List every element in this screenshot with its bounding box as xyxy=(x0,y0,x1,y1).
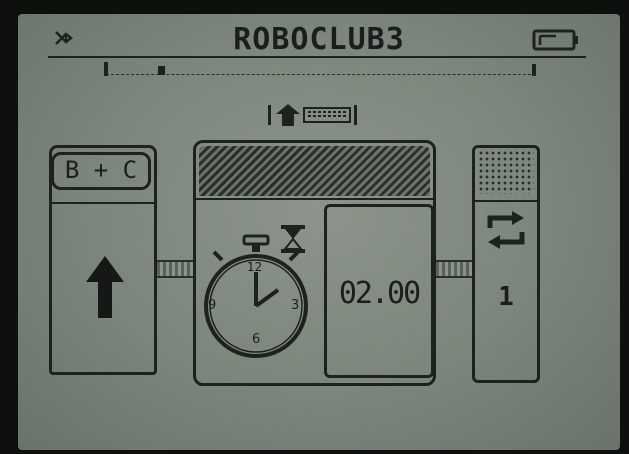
wait-block-header-divider xyxy=(196,198,433,200)
program-title: ROBOCLUB3 xyxy=(233,22,405,57)
arrow-up-icon xyxy=(84,254,126,320)
loop-count: 1 xyxy=(498,282,514,312)
scroll-start-marker xyxy=(104,62,108,76)
loop-block-header xyxy=(478,150,534,194)
header-divider xyxy=(48,56,586,58)
scroll-position-marker[interactable] xyxy=(158,66,165,75)
selected-block-indicator xyxy=(266,102,362,128)
motor-block-divider xyxy=(52,202,154,204)
wait-block-header xyxy=(199,146,430,196)
scroll-end-marker xyxy=(532,64,536,76)
sequence-beam-1 xyxy=(157,260,193,278)
hourglass-icon xyxy=(280,224,306,254)
clock-number-9: 9 xyxy=(208,298,217,313)
battery-icon xyxy=(532,28,580,52)
wait-duration-value: 02.00 xyxy=(338,276,421,311)
clock-number-6: 6 xyxy=(252,332,261,347)
lcd-screen: ROBOCLUB3 B + C 12 3 6 9 02.00 1 xyxy=(18,14,620,450)
loop-block-divider xyxy=(475,200,537,202)
sequence-beam-2 xyxy=(436,260,474,278)
motor-ports-label: B + C xyxy=(64,156,138,184)
clock-number-12: 12 xyxy=(247,260,263,274)
loop-icon xyxy=(484,210,528,250)
clock-number-3: 3 xyxy=(291,298,300,313)
program-scroll-bar[interactable] xyxy=(106,66,536,75)
